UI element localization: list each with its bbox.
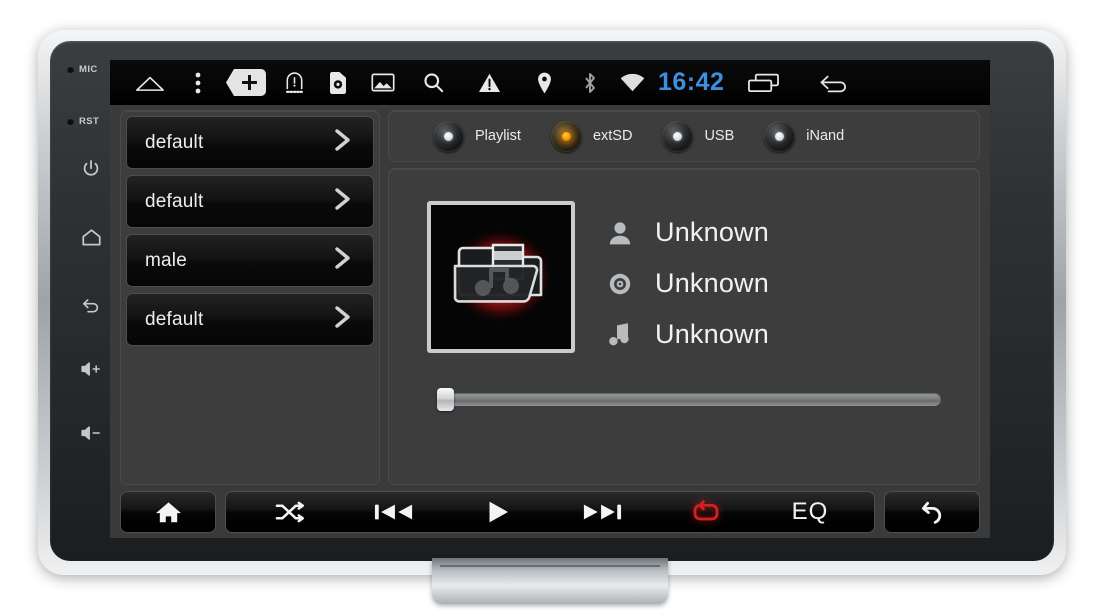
player-screen-body: default default male default Playlist ex… <box>110 105 990 538</box>
chevron-right-icon <box>329 245 357 276</box>
track-title: Unknown <box>655 319 769 349</box>
location-pin-icon[interactable] <box>518 60 570 105</box>
back-key[interactable] <box>74 288 108 322</box>
seek-track[interactable] <box>443 393 941 406</box>
now-playing-panel: Unknown Unknown Unknown <box>388 168 980 485</box>
play-button[interactable] <box>470 491 526 533</box>
play-icon <box>489 501 508 523</box>
search-icon[interactable] <box>406 60 460 105</box>
list-item[interactable]: default <box>126 175 374 228</box>
list-item-label: male <box>145 249 187 271</box>
radio-knob-icon <box>433 120 464 152</box>
next-track-button[interactable] <box>574 491 630 533</box>
metadata-row-title: Unknown <box>607 309 947 360</box>
home-icon <box>155 502 181 523</box>
seek-bar[interactable] <box>429 388 941 411</box>
reset-pinhole[interactable]: RST <box>67 106 115 136</box>
volume-down-key[interactable] <box>74 416 108 450</box>
shuffle-button[interactable] <box>262 491 318 533</box>
home-icon[interactable] <box>124 60 176 105</box>
touchscreen-display: 16:42 default default male default Playl… <box>110 60 990 538</box>
music-note-icon <box>607 322 633 347</box>
source-option-playlist[interactable]: Playlist <box>433 120 521 152</box>
warning-icon[interactable] <box>460 60 518 105</box>
home-button[interactable] <box>120 491 216 533</box>
radio-knob-icon <box>550 120 582 152</box>
device-bottom-tab <box>432 558 668 604</box>
status-bar-clock: 16:42 <box>658 68 725 96</box>
previous-track-icon <box>374 504 413 520</box>
track-metadata: Unknown Unknown Unknown <box>607 207 947 360</box>
power-key[interactable] <box>74 152 108 186</box>
next-track-icon <box>583 504 622 520</box>
album-art <box>427 201 575 353</box>
source-selector-bar: Playlist extSD USB iNand <box>388 110 980 162</box>
android-status-bar: 16:42 <box>110 60 990 105</box>
file-browser-list: default default male default <box>120 110 380 485</box>
home-key[interactable] <box>74 220 108 254</box>
metadata-row-artist: Unknown <box>607 207 947 258</box>
chevron-right-icon <box>329 127 357 158</box>
chevron-right-icon <box>329 304 357 335</box>
mic-label: MIC <box>79 63 98 75</box>
chevron-right-icon <box>329 186 357 217</box>
list-item[interactable]: male <box>126 234 374 287</box>
previous-track-button[interactable] <box>366 491 422 533</box>
source-option-label: USB <box>704 128 735 144</box>
list-item-label: default <box>145 190 204 212</box>
recent-apps-icon[interactable] <box>726 60 800 105</box>
transport-control-bar: EQ <box>120 491 980 533</box>
seek-thumb[interactable] <box>437 388 454 411</box>
list-item[interactable]: default <box>126 293 374 346</box>
shuffle-icon <box>275 501 304 523</box>
source-option-usb[interactable]: USB <box>662 120 735 152</box>
source-option-label: iNand <box>806 128 845 144</box>
tire-pressure-warning-icon[interactable] <box>272 60 316 105</box>
wifi-icon[interactable] <box>610 60 654 105</box>
music-folder-icon <box>441 218 561 336</box>
radio-knob-icon <box>662 120 694 152</box>
repeat-button[interactable] <box>678 491 734 533</box>
add-tag-icon[interactable] <box>220 60 272 105</box>
mic-pinhole: MIC <box>67 54 115 84</box>
list-item-label: default <box>145 308 204 330</box>
source-option-label: Playlist <box>475 128 521 144</box>
reset-label: RST <box>79 115 100 127</box>
list-item-label: default <box>145 131 204 153</box>
overflow-menu-icon[interactable] <box>176 60 220 105</box>
source-option-label: extSD <box>592 128 633 144</box>
artist-icon <box>607 221 633 245</box>
mic-dot-icon <box>67 65 74 73</box>
list-item[interactable]: default <box>126 116 374 169</box>
artist-name: Unknown <box>655 217 769 247</box>
gallery-icon[interactable] <box>360 60 406 105</box>
bluetooth-icon[interactable] <box>570 60 610 105</box>
back-button[interactable] <box>884 491 980 533</box>
source-option-extsd[interactable]: extSD <box>550 120 633 152</box>
radio-knob-icon <box>764 120 796 152</box>
reset-dot-icon <box>67 117 74 125</box>
metadata-row-album: Unknown <box>607 258 947 309</box>
sim-settings-icon[interactable] <box>316 60 360 105</box>
back-icon[interactable] <box>800 60 864 105</box>
album-name: Unknown <box>655 268 769 298</box>
volume-up-key[interactable] <box>74 352 108 386</box>
source-option-inand[interactable]: iNand <box>764 120 845 152</box>
back-icon <box>922 501 942 524</box>
car-head-unit-screenshot: MIC RST 16:42 default default male defau… <box>0 0 1100 615</box>
playback-controls-group: EQ <box>225 491 875 533</box>
album-disc-icon <box>607 272 633 296</box>
repeat-icon <box>693 500 719 521</box>
equalizer-button[interactable]: EQ <box>782 491 838 533</box>
